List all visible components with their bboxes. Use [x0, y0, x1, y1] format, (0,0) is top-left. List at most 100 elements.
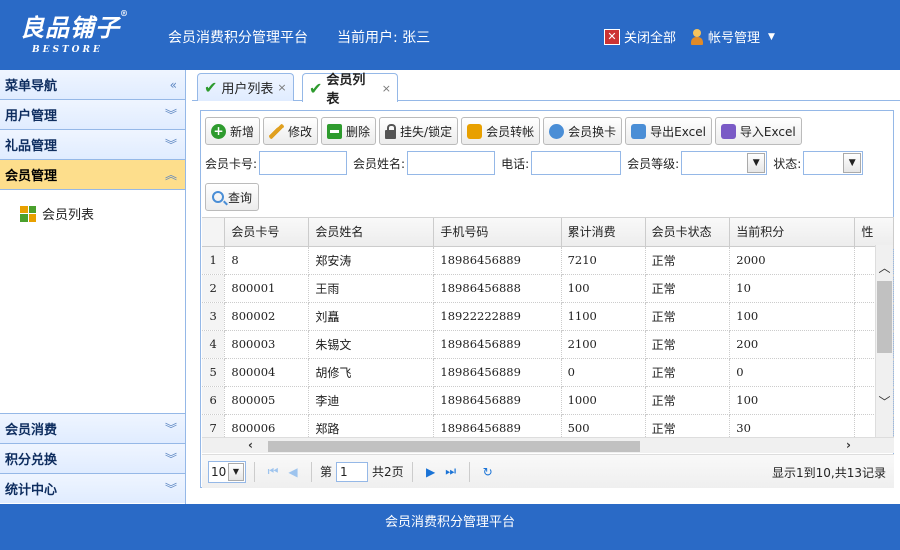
swap-card-button[interactable]: 会员换卡 — [543, 117, 623, 145]
filter-bar: 会员卡号: 会员姓名: 电话: 会员等级: ▼ 状态: ▼ — [205, 151, 869, 175]
grid-icon — [20, 205, 36, 222]
table-row[interactable]: 7 800006 郑路 18986456889 500 正常 30 — [202, 414, 894, 437]
phone-input[interactable] — [531, 151, 622, 175]
tab-member-list[interactable]: ✔ 会员列表 × — [302, 73, 398, 107]
expand-icon: ︾ — [164, 452, 177, 466]
column-header[interactable]: 性 — [854, 218, 894, 247]
member-list-panel: + 新增 修改 删除 挂失/锁定 会员转帐 会员换卡 导出Excel 导入Exce… — [200, 110, 894, 536]
collapse-left-icon[interactable]: « — [170, 78, 177, 92]
expand-icon: ︾ — [164, 482, 177, 496]
tree-item-member-list[interactable]: 会员列表 — [20, 204, 165, 223]
table-row[interactable]: 1 8 郑安涛 18986456889 7210 正常 2000 — [202, 246, 894, 275]
name-label: 会员姓名: — [353, 156, 406, 171]
table-row[interactable]: 5 800004 胡修飞 18986456889 0 正常 0 — [202, 358, 894, 387]
pencil-icon — [269, 123, 285, 139]
export-excel-button[interactable]: 导出Excel — [625, 117, 712, 145]
add-button[interactable]: + 新增 — [205, 117, 261, 145]
import-icon — [720, 123, 736, 139]
brand-logo: 良品铺子® BESTORE — [20, 8, 129, 55]
chevron-down-icon: ▼ — [228, 462, 244, 481]
total-pages: 共2页 — [372, 465, 404, 479]
caret-down-icon: ▼ — [768, 31, 775, 42]
tab-close-icon[interactable]: × — [382, 82, 391, 95]
sidebar-item-gift-management[interactable]: 礼品管理 ︾ — [0, 130, 185, 160]
status-select[interactable]: ▼ — [803, 151, 864, 175]
expand-icon: ︾ — [164, 138, 177, 152]
export-icon — [631, 123, 647, 139]
check-icon: ✔ — [309, 78, 323, 98]
sidebar-item-member-consumption[interactable]: 会员消费 ︾ — [0, 413, 185, 443]
tab-bar: ✔ 用户列表 × ✔ 会员列表 × — [192, 70, 900, 107]
transfer-icon — [467, 123, 483, 139]
toolbar: + 新增 修改 删除 挂失/锁定 会员转帐 会员换卡 导出Excel 导入Exce… — [205, 117, 802, 145]
member-management-panel: 会员列表 — [0, 190, 185, 414]
scroll-right-icon[interactable]: › — [846, 438, 851, 452]
chevron-down-icon: ▼ — [843, 153, 862, 173]
expand-icon: ︾ — [164, 422, 177, 436]
sidebar-item-member-management[interactable]: 会员管理 ︽ — [0, 160, 185, 190]
tab-user-list[interactable]: ✔ 用户列表 × — [197, 73, 294, 101]
first-page-icon[interactable]: ⏮ — [263, 464, 283, 479]
chevron-down-icon: ▼ — [747, 153, 766, 173]
page-number-input[interactable]: 1 — [336, 461, 369, 482]
level-label: 会员等级: — [627, 156, 680, 171]
sidebar-item-statistics[interactable]: 统计中心 ︾ — [0, 473, 185, 503]
expand-icon: ︾ — [164, 108, 177, 122]
import-excel-button[interactable]: 导入Excel — [714, 117, 802, 145]
column-header[interactable]: 会员卡号 — [224, 218, 310, 247]
last-page-icon[interactable]: ⏭ — [441, 464, 461, 479]
user-icon — [690, 28, 704, 45]
column-header[interactable]: 会员卡状态 — [645, 218, 731, 247]
column-header[interactable]: 当前积分 — [729, 218, 856, 247]
name-input[interactable] — [407, 151, 496, 175]
lock-button[interactable]: 挂失/锁定 — [379, 117, 459, 145]
level-select[interactable]: ▼ — [681, 151, 768, 175]
search-icon — [212, 191, 224, 203]
query-button[interactable]: 查询 — [205, 183, 260, 211]
card-no-label: 会员卡号: — [205, 156, 258, 171]
scroll-thumb[interactable] — [268, 441, 640, 452]
sidebar-item-points-exchange[interactable]: 积分兑换 ︾ — [0, 443, 185, 473]
page-size-select[interactable]: 10 ▼ — [208, 460, 246, 483]
transfer-button[interactable]: 会员转帐 — [461, 117, 541, 145]
delete-button[interactable]: 删除 — [321, 117, 377, 145]
tab-close-icon[interactable]: × — [277, 81, 286, 94]
row-number-header — [202, 218, 226, 247]
lock-icon — [385, 123, 397, 139]
collapse-icon: ︽ — [164, 168, 177, 182]
pagination: 10 ▼ ⏮ ◀ 第 1 共2页 ▶ ⏭ ↻ 显示1到10,共13记录 — [202, 454, 894, 488]
next-page-icon[interactable]: ▶ — [421, 465, 441, 479]
vertical-scrollbar[interactable]: ︿ ﹀ — [875, 245, 893, 437]
app-title: 会员消费积分管理平台 — [168, 30, 308, 46]
status-label: 状态: — [773, 156, 802, 171]
account-menu[interactable]: 帐号管理 ▼ — [690, 27, 775, 46]
footer-text: 会员消费积分管理平台 — [384, 515, 515, 530]
main-area: ✔ 用户列表 × ✔ 会员列表 × + 新增 修改 删除 挂失/锁定 会员转帐 会… — [192, 70, 900, 504]
column-header[interactable]: 累计消费 — [561, 218, 646, 247]
sidebar-item-user-management[interactable]: 用户管理 ︾ — [0, 100, 185, 130]
scroll-down-icon[interactable]: ﹀ — [876, 393, 893, 411]
edit-button[interactable]: 修改 — [263, 117, 319, 145]
refresh-icon[interactable]: ↻ — [478, 465, 498, 479]
table-row[interactable]: 3 800002 刘矗 18922222889 1100 正常 100 — [202, 302, 894, 331]
scroll-thumb[interactable] — [877, 281, 892, 353]
member-table: 会员卡号 会员姓名 手机号码 累计消费 会员卡状态 当前积分 性 1 8 郑安涛… — [202, 217, 894, 437]
scroll-up-icon[interactable]: ︿ — [876, 259, 893, 277]
horizontal-scrollbar[interactable]: ‹ › — [202, 437, 894, 453]
card-no-input[interactable] — [259, 151, 348, 175]
table-row[interactable]: 6 800005 李迪 18986456889 1000 正常 100 — [202, 386, 894, 415]
column-header[interactable]: 手机号码 — [433, 218, 562, 247]
sidebar-nav-title[interactable]: 菜单导航 « — [0, 70, 185, 100]
prev-page-icon[interactable]: ◀ — [283, 465, 303, 479]
swap-icon — [549, 123, 565, 139]
scroll-left-icon[interactable]: ‹ — [248, 438, 253, 452]
current-user: 当前用户: 张三 — [337, 30, 431, 46]
table-row[interactable]: 4 800003 朱锡文 18986456889 2100 正常 200 — [202, 330, 894, 359]
app-footer: 会员消费积分管理平台 — [0, 504, 900, 550]
column-header[interactable]: 会员姓名 — [308, 218, 435, 247]
phone-label: 电话: — [501, 156, 530, 171]
close-all-button[interactable]: ✕ 关闭全部 — [604, 27, 676, 46]
table-row[interactable]: 2 800001 王雨 18986456888 100 正常 10 — [202, 274, 894, 303]
sidebar: 菜单导航 « 用户管理 ︾ 礼品管理 ︾ 会员管理 ︽ 会员列表 会员消费 ︾ … — [0, 70, 186, 504]
pagination-info: 显示1到10,共13记录 — [772, 466, 886, 480]
